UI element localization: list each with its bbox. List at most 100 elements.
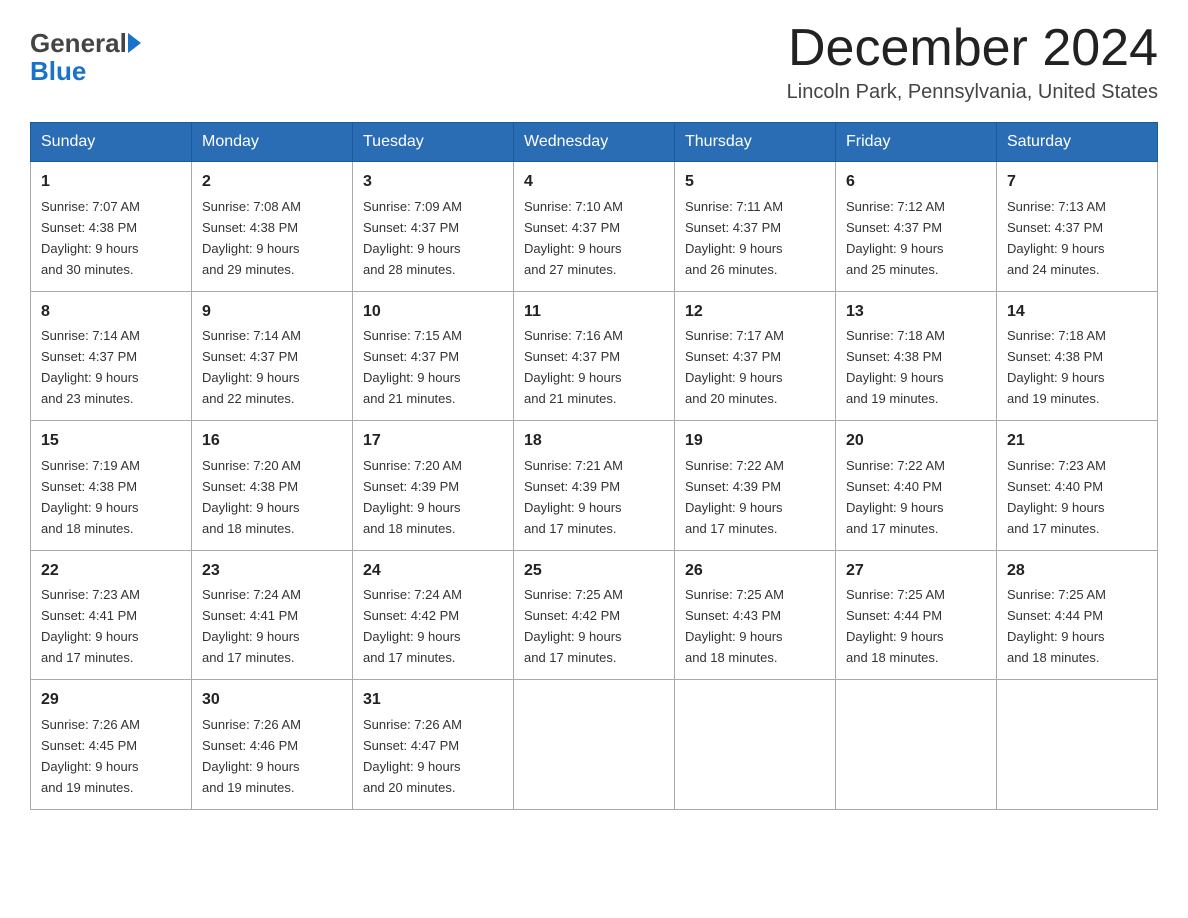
day-info: Sunrise: 7:09 AMSunset: 4:37 PMDaylight:…	[363, 199, 462, 277]
day-info: Sunrise: 7:19 AMSunset: 4:38 PMDaylight:…	[41, 458, 140, 536]
column-header-wednesday: Wednesday	[514, 123, 675, 162]
calendar-cell: 24Sunrise: 7:24 AMSunset: 4:42 PMDayligh…	[353, 550, 514, 679]
day-number: 15	[41, 429, 181, 454]
calendar-cell: 30 Sunrise: 7:26 AMSunset: 4:46 PMDayligh…	[192, 680, 353, 809]
day-number: 7	[1007, 170, 1147, 195]
calendar-cell: 11Sunrise: 7:16 AMSunset: 4:37 PMDayligh…	[514, 291, 675, 420]
day-number: 8	[41, 300, 181, 325]
day-info: Sunrise: 7:14 AMSunset: 4:37 PMDaylight:…	[41, 328, 140, 406]
calendar-cell: 28 Sunrise: 7:25 AMSunset: 4:44 PMDayligh…	[997, 550, 1158, 679]
day-number: 14	[1007, 300, 1147, 325]
day-number: 2	[202, 170, 342, 195]
calendar-cell: 2 Sunrise: 7:08 AMSunset: 4:38 PMDaylight…	[192, 162, 353, 291]
day-info: Sunrise: 7:17 AMSunset: 4:37 PMDaylight:…	[685, 328, 784, 406]
day-info: Sunrise: 7:13 AMSunset: 4:37 PMDaylight:…	[1007, 199, 1106, 277]
day-info: Sunrise: 7:20 AMSunset: 4:39 PMDaylight:…	[363, 458, 462, 536]
day-info: Sunrise: 7:21 AMSunset: 4:39 PMDaylight:…	[524, 458, 623, 536]
logo-general-text: General	[30, 30, 127, 56]
day-number: 20	[846, 429, 986, 454]
calendar-cell: 25Sunrise: 7:25 AMSunset: 4:42 PMDayligh…	[514, 550, 675, 679]
calendar-cell: 14 Sunrise: 7:18 AMSunset: 4:38 PMDayligh…	[997, 291, 1158, 420]
logo-area: General Blue	[30, 20, 141, 87]
calendar-cell: 17 Sunrise: 7:20 AMSunset: 4:39 PMDayligh…	[353, 421, 514, 550]
day-number: 13	[846, 300, 986, 325]
day-number: 29	[41, 688, 181, 713]
day-info: Sunrise: 7:08 AMSunset: 4:38 PMDaylight:…	[202, 199, 301, 277]
calendar-cell: 22Sunrise: 7:23 AMSunset: 4:41 PMDayligh…	[31, 550, 192, 679]
calendar-cell	[997, 680, 1158, 809]
day-info: Sunrise: 7:22 AMSunset: 4:40 PMDaylight:…	[846, 458, 945, 536]
calendar-cell: 20 Sunrise: 7:22 AMSunset: 4:40 PMDayligh…	[836, 421, 997, 550]
day-info: Sunrise: 7:25 AMSunset: 4:44 PMDaylight:…	[1007, 587, 1106, 665]
calendar-cell	[836, 680, 997, 809]
location-subtitle: Lincoln Park, Pennsylvania, United State…	[787, 81, 1158, 104]
column-header-sunday: Sunday	[31, 123, 192, 162]
day-info: Sunrise: 7:07 AMSunset: 4:38 PMDaylight:…	[41, 199, 140, 277]
week-row-1: 1 Sunrise: 7:07 AMSunset: 4:38 PMDaylight…	[31, 162, 1158, 291]
title-area: December 2024 Lincoln Park, Pennsylvania…	[787, 20, 1158, 104]
calendar-cell: 7 Sunrise: 7:13 AMSunset: 4:37 PMDaylight…	[997, 162, 1158, 291]
calendar-cell: 9 Sunrise: 7:14 AMSunset: 4:37 PMDaylight…	[192, 291, 353, 420]
calendar-cell: 10 Sunrise: 7:15 AMSunset: 4:37 PMDayligh…	[353, 291, 514, 420]
day-info: Sunrise: 7:24 AMSunset: 4:41 PMDaylight:…	[202, 587, 301, 665]
logo-blue-text: Blue	[30, 56, 86, 86]
day-number: 9	[202, 300, 342, 325]
month-title: December 2024	[787, 20, 1158, 77]
day-info: Sunrise: 7:26 AMSunset: 4:46 PMDaylight:…	[202, 717, 301, 795]
day-info: Sunrise: 7:26 AMSunset: 4:47 PMDaylight:…	[363, 717, 462, 795]
day-number: 26	[685, 559, 825, 584]
calendar-cell: 12Sunrise: 7:17 AMSunset: 4:37 PMDayligh…	[675, 291, 836, 420]
day-info: Sunrise: 7:18 AMSunset: 4:38 PMDaylight:…	[846, 328, 945, 406]
day-number: 6	[846, 170, 986, 195]
day-number: 19	[685, 429, 825, 454]
week-row-4: 22Sunrise: 7:23 AMSunset: 4:41 PMDayligh…	[31, 550, 1158, 679]
calendar-cell: 26 Sunrise: 7:25 AMSunset: 4:43 PMDayligh…	[675, 550, 836, 679]
day-number: 10	[363, 300, 503, 325]
day-number: 27	[846, 559, 986, 584]
day-info: Sunrise: 7:20 AMSunset: 4:38 PMDaylight:…	[202, 458, 301, 536]
calendar-header-row: SundayMondayTuesdayWednesdayThursdayFrid…	[31, 123, 1158, 162]
calendar-cell: 21Sunrise: 7:23 AMSunset: 4:40 PMDayligh…	[997, 421, 1158, 550]
calendar-cell	[514, 680, 675, 809]
day-number: 1	[41, 170, 181, 195]
calendar-cell: 23 Sunrise: 7:24 AMSunset: 4:41 PMDayligh…	[192, 550, 353, 679]
column-header-friday: Friday	[836, 123, 997, 162]
day-number: 18	[524, 429, 664, 454]
column-header-tuesday: Tuesday	[353, 123, 514, 162]
calendar-cell	[675, 680, 836, 809]
calendar-cell: 1 Sunrise: 7:07 AMSunset: 4:38 PMDaylight…	[31, 162, 192, 291]
calendar-cell: 31 Sunrise: 7:26 AMSunset: 4:47 PMDayligh…	[353, 680, 514, 809]
day-info: Sunrise: 7:12 AMSunset: 4:37 PMDaylight:…	[846, 199, 945, 277]
day-info: Sunrise: 7:18 AMSunset: 4:38 PMDaylight:…	[1007, 328, 1106, 406]
day-info: Sunrise: 7:25 AMSunset: 4:43 PMDaylight:…	[685, 587, 784, 665]
day-number: 28	[1007, 559, 1147, 584]
day-number: 23	[202, 559, 342, 584]
day-number: 4	[524, 170, 664, 195]
day-info: Sunrise: 7:26 AMSunset: 4:45 PMDaylight:…	[41, 717, 140, 795]
day-info: Sunrise: 7:16 AMSunset: 4:37 PMDaylight:…	[524, 328, 623, 406]
day-info: Sunrise: 7:25 AMSunset: 4:42 PMDaylight:…	[524, 587, 623, 665]
day-number: 3	[363, 170, 503, 195]
calendar-cell: 4Sunrise: 7:10 AMSunset: 4:37 PMDaylight…	[514, 162, 675, 291]
column-header-monday: Monday	[192, 123, 353, 162]
calendar-cell: 3 Sunrise: 7:09 AMSunset: 4:37 PMDaylight…	[353, 162, 514, 291]
day-info: Sunrise: 7:14 AMSunset: 4:37 PMDaylight:…	[202, 328, 301, 406]
day-info: Sunrise: 7:22 AMSunset: 4:39 PMDaylight:…	[685, 458, 784, 536]
calendar-cell: 8 Sunrise: 7:14 AMSunset: 4:37 PMDaylight…	[31, 291, 192, 420]
day-number: 30	[202, 688, 342, 713]
day-number: 5	[685, 170, 825, 195]
calendar-cell: 27Sunrise: 7:25 AMSunset: 4:44 PMDayligh…	[836, 550, 997, 679]
column-header-thursday: Thursday	[675, 123, 836, 162]
week-row-5: 29 Sunrise: 7:26 AMSunset: 4:45 PMDayligh…	[31, 680, 1158, 809]
day-number: 31	[363, 688, 503, 713]
day-number: 22	[41, 559, 181, 584]
day-info: Sunrise: 7:15 AMSunset: 4:37 PMDaylight:…	[363, 328, 462, 406]
day-info: Sunrise: 7:24 AMSunset: 4:42 PMDaylight:…	[363, 587, 462, 665]
calendar-table: SundayMondayTuesdayWednesdayThursdayFrid…	[30, 122, 1158, 809]
calendar-cell: 29 Sunrise: 7:26 AMSunset: 4:45 PMDayligh…	[31, 680, 192, 809]
week-row-3: 15 Sunrise: 7:19 AMSunset: 4:38 PMDayligh…	[31, 421, 1158, 550]
calendar-cell: 15 Sunrise: 7:19 AMSunset: 4:38 PMDayligh…	[31, 421, 192, 550]
calendar-cell: 18 Sunrise: 7:21 AMSunset: 4:39 PMDayligh…	[514, 421, 675, 550]
day-number: 17	[363, 429, 503, 454]
day-info: Sunrise: 7:11 AMSunset: 4:37 PMDaylight:…	[685, 199, 783, 277]
